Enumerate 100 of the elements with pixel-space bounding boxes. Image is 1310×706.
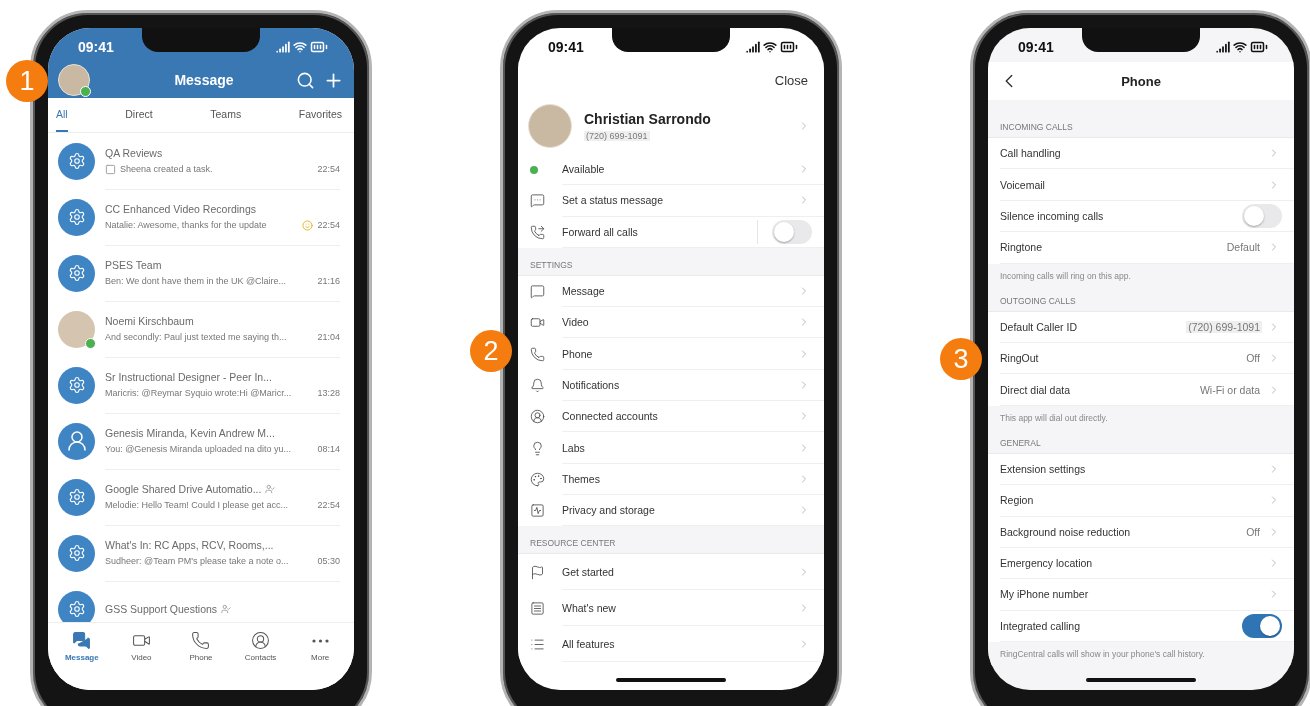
message-preview: Natalie: Awesome, thanks for the update [105,220,268,230]
row-label: Region [1000,494,1035,507]
phone-number: (720) 699-1091 [584,131,650,141]
nav-item[interactable]: Contacts [232,631,289,669]
conversation-title: PSES Team [105,259,162,271]
message-preview: You: @Genesis Miranda uploaded na dito yu... [105,444,292,454]
conversation-row[interactable]: CC Enhanced Video Recordings Natalie: Awesome, thanks for the update 22:54 [48,189,354,245]
conversation-row[interactable]: Noemi Kirschbaum And secondly: Paul just texted me saying th... 21:04 [48,301,354,357]
wifi-icon [763,40,777,54]
step-badge: 1 [6,60,48,102]
nav-item[interactable]: Message [53,631,110,669]
nav-item[interactable]: Video [113,631,170,669]
tab[interactable]: Favorites [298,98,342,132]
phone-forward-icon [530,224,545,240]
step-badge: 3 [940,338,982,380]
row-label: Direct dial data [1000,383,1072,396]
phone-icon [191,631,211,650]
row-value: Default [1225,241,1261,254]
settings-row[interactable]: Integrated calling [988,610,1294,643]
row-label: Ringtone [1000,241,1044,254]
nav-item[interactable]: More [292,631,349,669]
row-label: Emergency location [1000,557,1094,570]
more-icon [311,639,329,643]
avatar-photo [528,104,572,148]
conversation-row[interactable]: QA Reviews Sheena created a task. 22:54 [48,133,354,189]
step-badge: 2 [470,330,512,372]
chat-bubble-icon [530,193,545,209]
settings-row[interactable]: Default Caller ID (720) 699-1091 [988,311,1294,343]
row-label: Default Caller ID [1000,320,1079,333]
row-label: Connected accounts [562,410,659,423]
toggle-switch[interactable] [1242,613,1282,638]
avatar-photo[interactable] [58,64,90,96]
row-label: Phone [562,347,594,360]
bell-icon [530,377,545,393]
messages-icon [72,631,92,650]
row-label: Silence incoming calls [1000,209,1105,222]
avatar-icon [58,366,95,404]
section-header: RESOURCE CENTER [518,526,824,555]
settings-row[interactable]: My iPhone number [988,579,1294,611]
row-value: Wi-Fi or data [1198,383,1261,396]
message-time: 13:28 [317,388,340,398]
chart-icon [530,503,545,519]
toggle-switch[interactable] [1242,203,1282,228]
row-label: Integrated calling [1000,619,1081,632]
conversation-row[interactable]: PSES Team Ben: We dont have them in the UK @Claire... 21:16 [48,245,354,301]
tab[interactable]: All [56,98,68,132]
search-button[interactable] [296,70,315,90]
row-label: Get started [562,565,615,578]
tab[interactable]: Direct [125,98,153,132]
row-label: Privacy and storage [562,504,656,517]
document-icon [530,600,545,616]
conversation-title: Noemi Kirschbaum [105,315,194,327]
row-label: Themes [562,472,601,485]
conversation-title: What's In: RC Apps, RCV, Rooms,... [105,539,274,551]
user-circle-icon [530,409,545,425]
avatar-icon [58,142,95,180]
settings-row[interactable]: Background noise reduction Off [988,516,1294,548]
message-icon [530,284,545,300]
avatar-icon [58,478,95,516]
tab[interactable]: Teams [210,98,242,132]
search-icon [296,70,315,90]
settings-row[interactable]: Call handling [988,138,1294,170]
status-time: 09:41 [1018,39,1054,55]
signal-icon [1216,40,1230,54]
message-preview: Ben: We dont have them in the UK @Claire... [105,276,288,286]
lightbulb-icon [530,440,545,456]
message-preview: Sudheer: @Team PM's please take a note o... [105,556,290,566]
conversation-row[interactable]: Genesis Miranda, Kevin Andrew M... You: @Genesis Miranda uploaded na dito yu... 08:14 [48,413,354,469]
message-time: 22:54 [317,164,340,174]
nav-item[interactable]: Phone [173,631,229,669]
row-label: Set a status message [562,194,664,207]
settings-row[interactable]: RingOut Off [988,342,1294,375]
phone-icon [530,346,545,362]
settings-row[interactable]: Extension settings [988,453,1294,486]
conversation-row[interactable]: Google Shared Drive Automatio... Melodie: Hello Team! Could I please get acc... 22:54 [48,469,354,525]
row-value: Off [1245,525,1261,538]
settings-row[interactable]: Direct dial data Wi-Fi or data [988,374,1294,406]
status-time: 09:41 [78,39,114,55]
wifi-icon [293,40,307,54]
message-preview: And secondly: Paul just texted me saying th... [105,332,288,342]
message-preview: Maricris: @Reymar Syquio wrote:Hi @Maricr... [105,388,293,398]
row-label: Message [562,285,606,298]
settings-row[interactable]: Voicemail [988,169,1294,201]
message-time: 08:14 [317,444,340,454]
contacts-icon [251,631,271,650]
settings-row[interactable]: Silence incoming calls [988,200,1294,233]
toggle-switch[interactable] [772,219,812,244]
message-time: 22:54 [317,220,340,230]
message-time: 21:16 [317,276,340,286]
row-label: Labs [562,441,586,454]
close-button[interactable]: Close [774,72,808,88]
conversation-row[interactable]: Sr Instructional Designer - Peer In... Maricris: @Reymar Syquio wrote:Hi @Maricr... 13:28 [48,357,354,413]
conversation-title: QA Reviews [105,146,163,159]
conversation-row[interactable]: What's In: RC Apps, RCV, Rooms,... Sudheer: @Team PM's please take a note o... 05:30 [48,525,354,581]
row-label: Call handling [1000,147,1062,160]
settings-row[interactable]: Emergency location [988,547,1294,580]
conversation-title: CC Enhanced Video Recordings [105,202,256,215]
settings-row[interactable]: Ringtone Default [988,232,1294,264]
list-icon [530,636,545,652]
settings-row[interactable]: Region [988,485,1294,517]
